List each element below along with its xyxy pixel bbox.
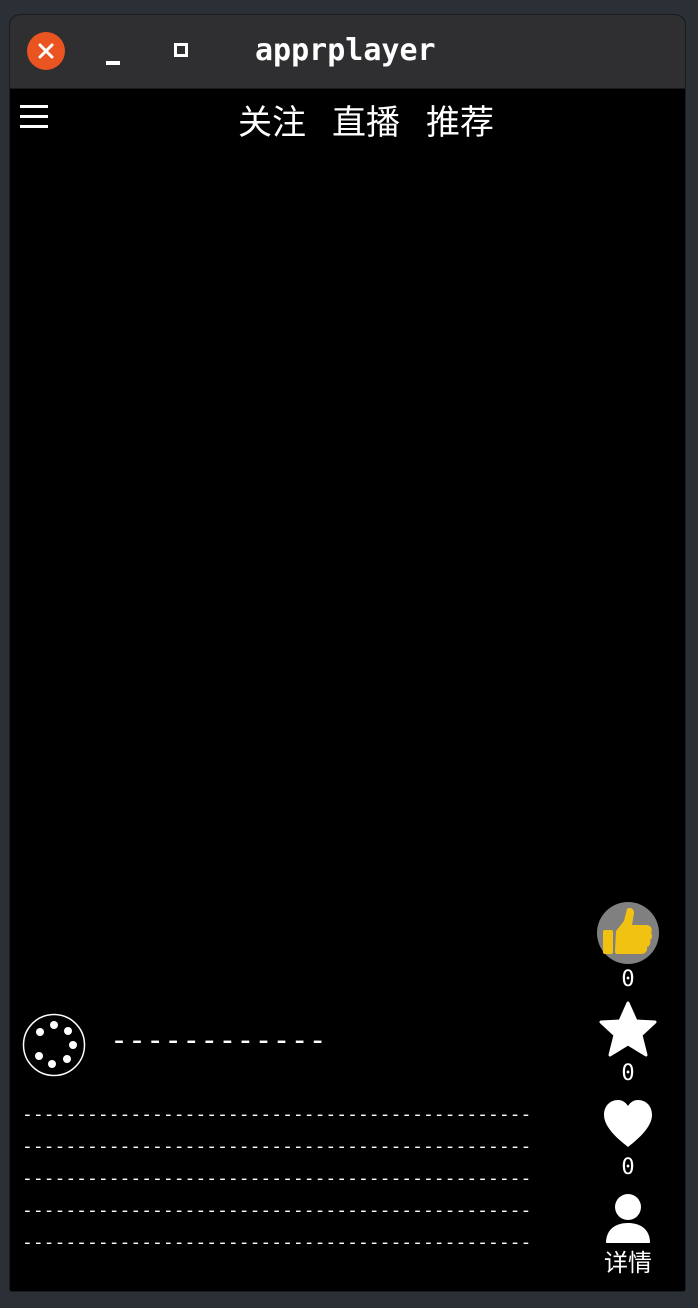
user-icon	[606, 1194, 650, 1243]
minimize-icon	[106, 61, 120, 65]
description-line: ----------------------------------------…	[22, 1232, 532, 1253]
heart-count: 0	[621, 1155, 635, 1180]
like-count: 0	[621, 967, 635, 992]
maximize-icon	[174, 43, 188, 57]
favorite-button[interactable]	[596, 1001, 660, 1063]
description-line: ----------------------------------------…	[22, 1136, 532, 1157]
minimize-button[interactable]	[103, 43, 125, 65]
description-line: ----------------------------------------…	[22, 1168, 532, 1189]
heart-button[interactable]	[596, 1097, 660, 1155]
detail-label[interactable]: 详情	[596, 1243, 660, 1278]
tab-live[interactable]: 直播	[332, 95, 400, 144]
heart-icon	[604, 1100, 652, 1147]
window-title: apprplayer	[255, 33, 436, 68]
author-avatar[interactable]	[22, 1013, 86, 1077]
tab-follow[interactable]: 关注	[238, 95, 306, 144]
author-name[interactable]: ------------	[110, 1023, 327, 1058]
video-description: ----------------------------------------…	[22, 1099, 582, 1259]
description-line: ----------------------------------------…	[22, 1200, 532, 1221]
star-icon	[599, 1001, 657, 1057]
loading-spinner-icon	[22, 1013, 86, 1077]
top-tabs: 关注 直播 推荐	[238, 95, 494, 144]
favorite-count: 0	[621, 1061, 635, 1086]
detail-button[interactable]	[596, 1191, 660, 1251]
title-bar[interactable]: apprplayer	[10, 15, 685, 89]
close-button[interactable]	[27, 32, 65, 70]
like-button[interactable]	[596, 901, 660, 969]
description-line: ----------------------------------------…	[22, 1104, 532, 1125]
thumbs-up-icon	[597, 902, 659, 964]
video-player-area[interactable]: 关注 直播 推荐 0 0 0 详情 ------------ ---------…	[10, 89, 685, 1291]
maximize-button[interactable]	[171, 40, 193, 62]
close-icon	[38, 43, 54, 59]
hamburger-menu-icon[interactable]	[20, 101, 50, 131]
app-window: apprplayer 关注 直播 推荐 0 0 0 详情 -----------…	[10, 15, 685, 1291]
tab-recommend[interactable]: 推荐	[426, 95, 494, 144]
